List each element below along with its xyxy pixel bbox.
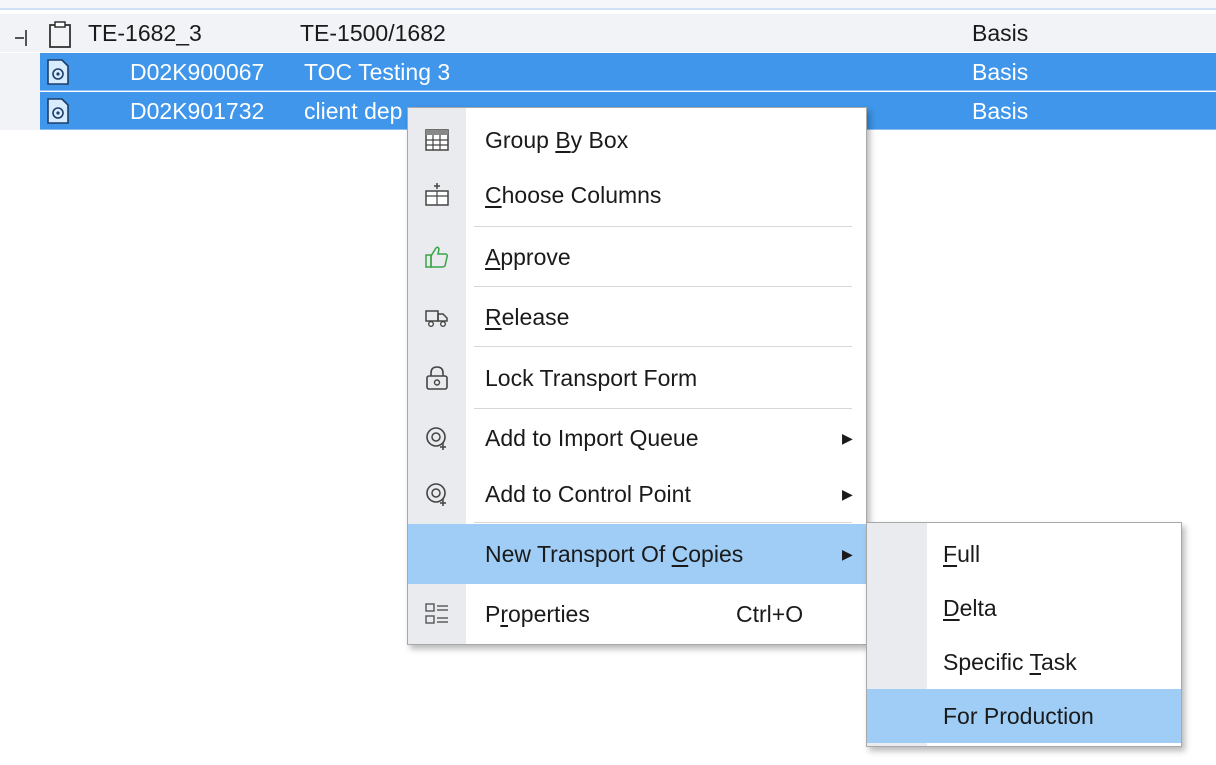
transport-ref: TE-1500/1682 [300,20,446,46]
menu-item-label: Release [485,304,570,330]
menu-item-label: Add to Control Point [485,481,691,507]
menu-item-properties[interactable]: Properties Ctrl+O [408,586,866,642]
properties-list-icon [425,603,448,624]
menu-item-add-to-import-queue[interactable]: Add to Import Queue ▶ [408,410,866,466]
submenu-item-for-production[interactable]: For Production [867,689,1181,743]
menu-separator [474,522,852,523]
tree-row-parent[interactable]: TE-1682_3 TE-1500/1682 Basis [0,14,1216,52]
menu-item-label: Full [943,541,981,567]
menu-item-label: Lock Transport Form [485,365,698,391]
context-menu: Group By Box Choose Columns Approve Rele… [407,107,867,645]
tree-row-task[interactable]: D02K900067 TOC Testing 3 Basis [40,53,1216,91]
menu-item-label: Choose Columns [485,182,662,208]
import-queue-icon [426,427,446,450]
control-point-icon [426,483,446,506]
submenu-arrow-icon: ▶ [842,430,853,446]
submenu-item-delta[interactable]: Delta [867,581,1181,635]
thumbs-up-icon [425,246,449,268]
menu-item-label: Properties [485,601,590,627]
transport-id: TE-1682_3 [88,20,202,46]
menu-item-label: Group By Box [485,127,629,153]
grid-table-icon [425,129,449,151]
submenu-arrow-icon: ▶ [842,486,853,502]
list-top-border [0,0,1216,10]
columns-add-icon [425,183,449,206]
submenu-arrow-icon: ▶ [842,546,853,562]
menu-item-label: Delta [943,595,997,621]
menu-item-lock-transport-form[interactable]: Lock Transport Form [408,348,866,408]
task-id: D02K900067 [130,59,265,85]
lock-icon [426,366,448,390]
menu-separator [474,226,852,227]
menu-item-new-transport-of-copies[interactable]: New Transport Of Copies ▶ [408,524,866,584]
menu-item-label: Approve [485,244,571,270]
submenu-item-full[interactable]: Full [867,527,1181,581]
clipboard-icon [49,21,71,48]
menu-item-label: Specific Task [943,649,1077,675]
menu-item-add-to-control-point[interactable]: Add to Control Point ▶ [408,466,866,522]
menu-separator [474,346,852,347]
task-description: client dep [304,98,403,124]
menu-item-label: For Production [943,703,1094,729]
menu-item-release[interactable]: Release [408,288,866,346]
task-document-icon [47,59,69,85]
tree-indent [0,53,40,130]
task-category: Basis [972,59,1029,85]
submenu-item-specific-task[interactable]: Specific Task [867,635,1181,689]
task-id: D02K901732 [130,98,265,124]
task-document-icon [47,98,69,124]
menu-item-group-by-box[interactable]: Group By Box [408,114,866,166]
task-category: Basis [972,98,1029,124]
submenu-transport-of-copies: Full Delta Specific Task For Production [866,522,1182,747]
truck-icon [425,310,448,328]
category: Basis [972,20,1029,46]
collapse-icon[interactable] [12,28,32,48]
shortcut-label: Ctrl+O [736,601,804,627]
menu-item-label: Add to Import Queue [485,425,699,451]
menu-separator [474,286,852,287]
task-description: TOC Testing 3 [304,59,451,85]
menu-item-label: New Transport Of Copies [485,541,744,567]
menu-item-choose-columns[interactable]: Choose Columns [408,168,866,222]
menu-item-approve[interactable]: Approve [408,228,866,286]
menu-separator [474,408,852,409]
